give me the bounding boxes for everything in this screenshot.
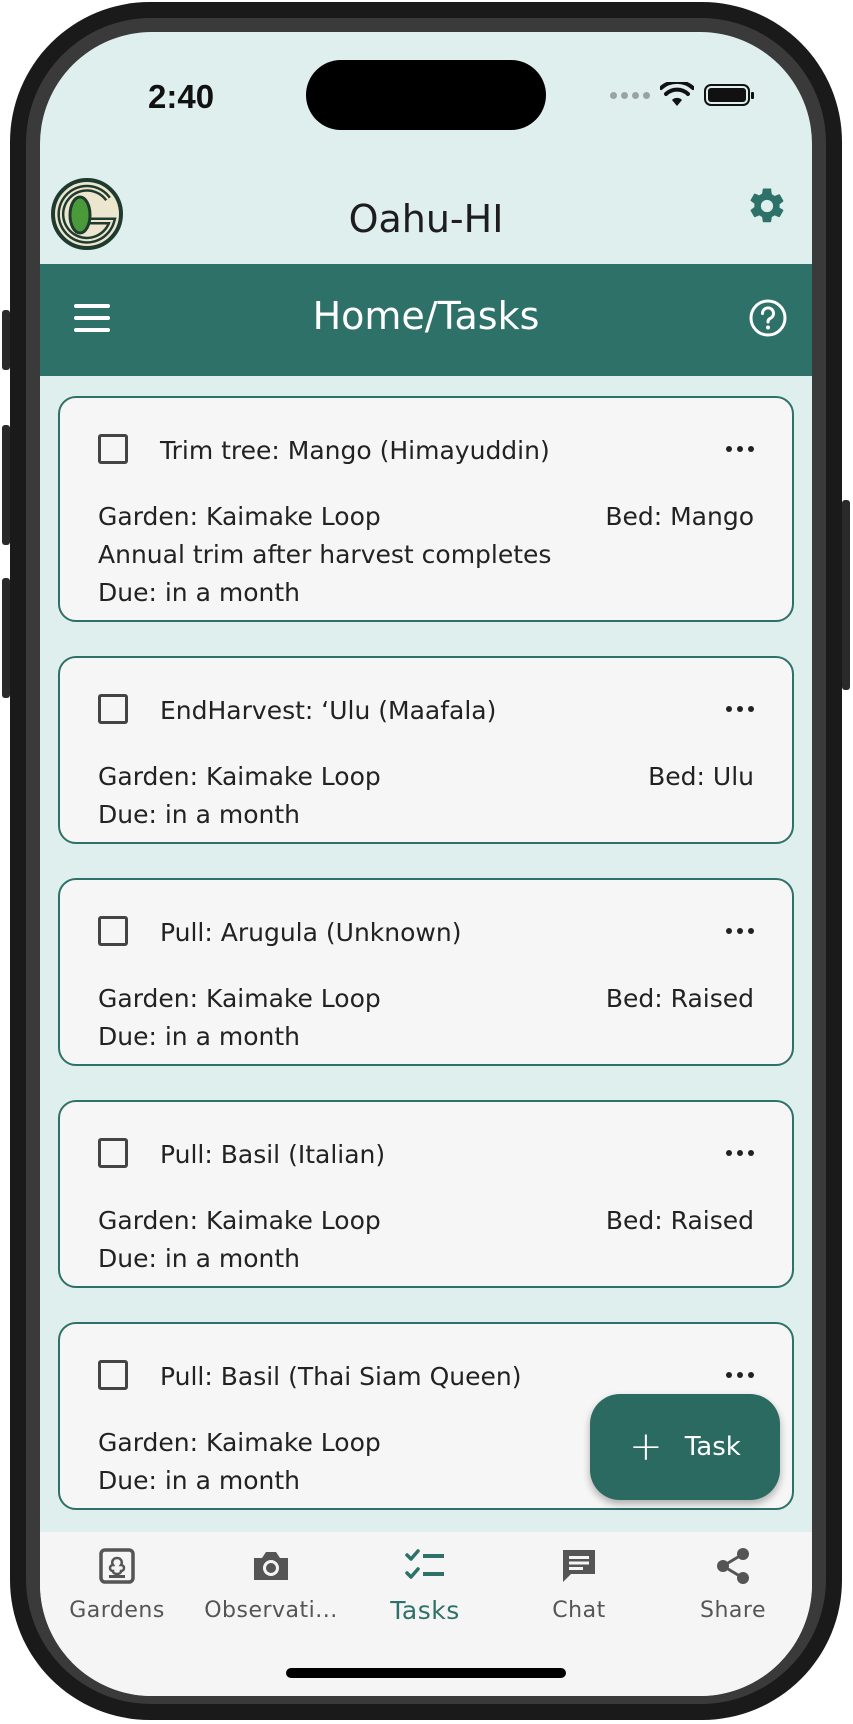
status-time: 2:40 xyxy=(148,78,215,115)
more-options-icon[interactable] xyxy=(726,928,754,934)
task-garden: Garden: Kaimake Loop xyxy=(98,762,381,791)
task-location-row: Garden: Kaimake Loop Bed: Mango xyxy=(98,502,754,531)
battery-icon xyxy=(704,84,754,106)
task-bed: Bed: Raised xyxy=(605,984,754,1013)
task-card[interactable]: Pull: Basil (Italian) Garden: Kaimake Lo… xyxy=(58,1100,794,1288)
more-options-icon[interactable] xyxy=(726,706,754,712)
nav-label: Share xyxy=(700,1598,766,1623)
side-button-volume-up xyxy=(2,425,10,545)
help-icon[interactable] xyxy=(748,298,788,338)
task-bed: Bed: Mango xyxy=(605,502,754,531)
dynamic-island xyxy=(306,60,546,130)
task-checkbox[interactable] xyxy=(98,1138,128,1168)
task-checkbox[interactable] xyxy=(98,434,128,464)
task-due: Due: in a month xyxy=(98,1022,300,1051)
nav-gardens[interactable]: Gardens xyxy=(40,1546,194,1623)
more-options-icon[interactable] xyxy=(726,1372,754,1378)
nav-chat[interactable]: Chat xyxy=(502,1546,656,1623)
garden-icon xyxy=(99,1548,135,1584)
task-title: Trim tree: Mango (Himayuddin) xyxy=(160,436,550,465)
signal-icon xyxy=(610,91,650,99)
gear-icon[interactable] xyxy=(746,185,788,227)
task-garden: Garden: Kaimake Loop xyxy=(98,984,381,1013)
share-icon xyxy=(717,1548,749,1584)
nav-label: Chat xyxy=(552,1598,606,1623)
screen: 2:40 Oahu-HI Home/Tasks Trim tree: Mango… xyxy=(40,32,812,1696)
task-checkbox[interactable] xyxy=(98,1360,128,1390)
task-location-row: Garden: Kaimake Loop Bed: Raised xyxy=(98,1206,754,1235)
nav-observations[interactable]: Observati... xyxy=(194,1546,348,1623)
side-button-volume-down xyxy=(2,578,10,698)
task-title: Pull: Arugula (Unknown) xyxy=(160,918,462,947)
page-title: Home/Tasks xyxy=(312,294,540,338)
task-due: Due: in a month xyxy=(98,1244,300,1273)
task-card[interactable]: Pull: Arugula (Unknown) Garden: Kaimake … xyxy=(58,878,794,1066)
task-title: EndHarvest: ‘Ulu (Maafala) xyxy=(160,696,497,725)
checklist-icon xyxy=(405,1549,444,1579)
nav-tasks[interactable]: Tasks xyxy=(348,1546,502,1625)
add-task-label: Task xyxy=(684,1432,741,1462)
task-checkbox[interactable] xyxy=(98,694,128,724)
nav-label: Gardens xyxy=(69,1598,165,1623)
task-bed: Bed: Raised xyxy=(605,1206,754,1235)
app-title: Oahu-HI xyxy=(348,197,504,241)
task-title: Pull: Basil (Italian) xyxy=(160,1140,386,1169)
task-title: Pull: Basil (Thai Siam Queen) xyxy=(160,1362,522,1391)
plus-icon: + xyxy=(629,1424,663,1470)
task-due: Due: in a month xyxy=(98,578,300,607)
task-description: Annual trim after harvest completes xyxy=(98,540,552,569)
status-icons xyxy=(610,80,754,110)
app-header: Oahu-HI xyxy=(40,167,812,271)
wifi-icon xyxy=(660,82,694,106)
side-button-mute xyxy=(2,310,10,370)
camera-icon xyxy=(254,1552,288,1580)
home-indicator xyxy=(286,1668,566,1678)
task-garden: Garden: Kaimake Loop xyxy=(98,502,381,531)
toolbar: Home/Tasks xyxy=(40,264,812,376)
task-card[interactable]: EndHarvest: ‘Ulu (Maafala) Garden: Kaima… xyxy=(58,656,794,844)
add-task-button[interactable]: + Task xyxy=(590,1394,780,1500)
task-location-row: Garden: Kaimake Loop Bed: Raised xyxy=(98,984,754,1013)
nav-label: Tasks xyxy=(390,1596,460,1625)
task-garden: Garden: Kaimake Loop xyxy=(98,1206,381,1235)
task-bed: Bed: Ulu xyxy=(648,762,754,791)
task-location-row: Garden: Kaimake Loop Bed: Ulu xyxy=(98,762,754,791)
more-options-icon[interactable] xyxy=(726,1150,754,1156)
more-options-icon[interactable] xyxy=(726,446,754,452)
side-button-power xyxy=(842,500,850,690)
nav-label: Observati... xyxy=(204,1598,338,1623)
chat-icon xyxy=(563,1550,595,1582)
task-due: Due: in a month xyxy=(98,800,300,829)
task-card[interactable]: Trim tree: Mango (Himayuddin) Garden: Ka… xyxy=(58,396,794,622)
nav-share[interactable]: Share xyxy=(656,1546,810,1623)
task-checkbox[interactable] xyxy=(98,916,128,946)
